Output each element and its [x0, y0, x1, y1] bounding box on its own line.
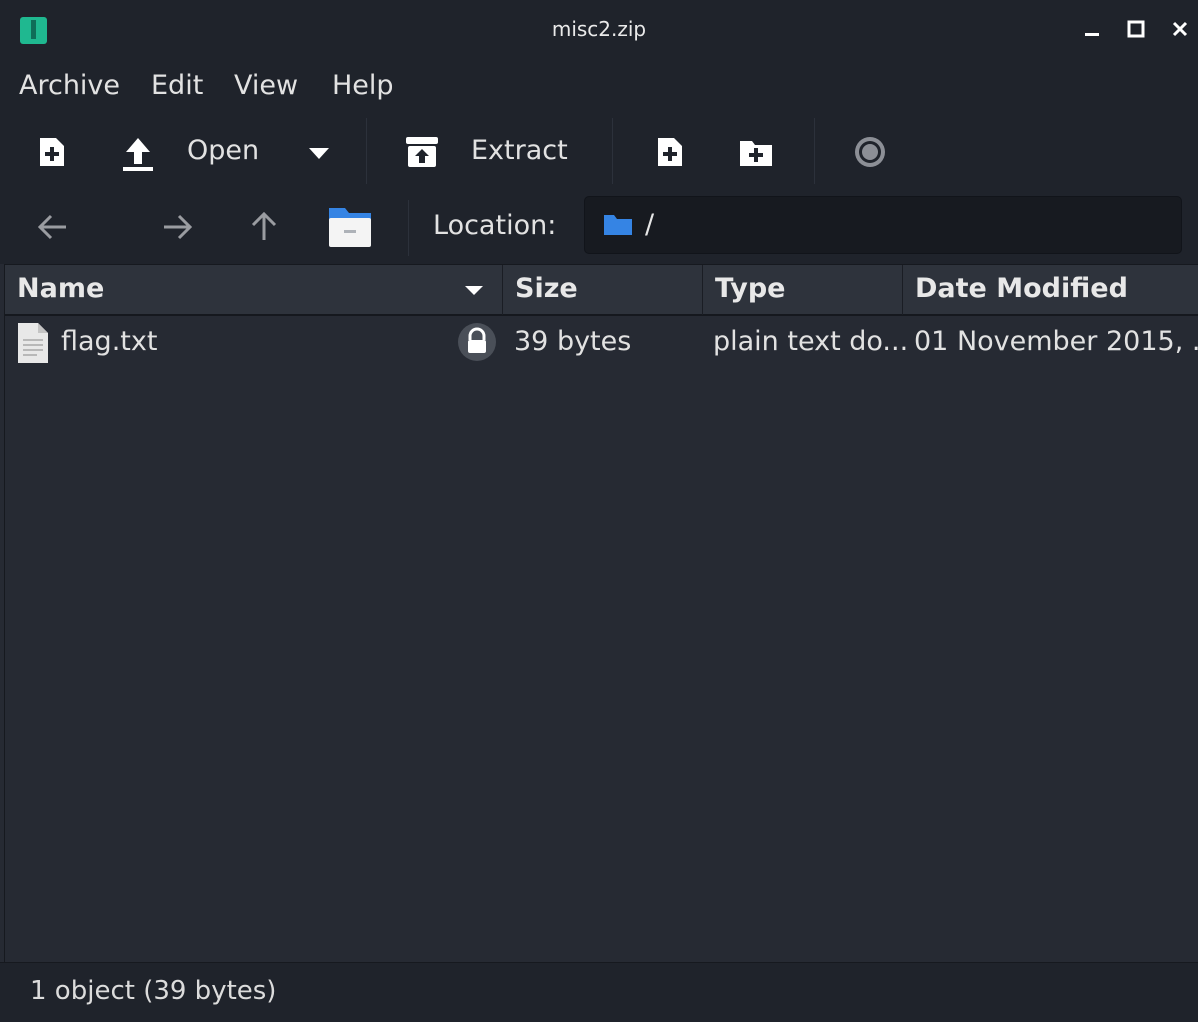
file-name: flag.txt [61, 326, 158, 357]
dropdown-arrow-icon[interactable] [304, 142, 334, 166]
extract-label: Extract [471, 135, 568, 166]
menu-help[interactable]: Help [332, 70, 394, 101]
menu-edit[interactable]: Edit [151, 70, 203, 101]
new-archive-icon [40, 138, 64, 166]
toolbar-separator [366, 118, 367, 184]
toolbar-separator [612, 118, 613, 184]
location-label: Location: [433, 210, 557, 241]
add-folder-button[interactable] [734, 130, 778, 174]
status-text: 1 object (39 bytes) [30, 976, 277, 1006]
file-date-modified: 01 November 2015, ... [914, 326, 1198, 357]
forward-arrow-icon [164, 214, 192, 240]
menu-archive[interactable]: Archive [19, 70, 120, 101]
toolbar-separator [814, 118, 815, 184]
table-header: Name Size Type Date Modified [5, 264, 1198, 316]
column-date-modified-label: Date Modified [915, 273, 1128, 304]
open-upload-icon [116, 132, 160, 176]
back-button[interactable] [32, 206, 74, 248]
file-size: 39 bytes [514, 326, 632, 357]
home-folder-button[interactable] [326, 202, 374, 250]
text-file-icon [17, 322, 49, 368]
add-files-button[interactable] [648, 130, 692, 174]
up-button[interactable] [243, 206, 285, 248]
status-bar: 1 object (39 bytes) [0, 962, 1198, 1022]
new-archive-button[interactable] [30, 130, 74, 174]
column-date-modified[interactable]: Date Modified [903, 265, 1198, 315]
nav-separator [408, 200, 409, 256]
toolbar: Open Extract [0, 110, 1198, 192]
navigation-bar: Location: / [0, 192, 1198, 264]
sort-descending-icon [465, 286, 483, 295]
menu-view[interactable]: View [234, 70, 298, 101]
column-type[interactable]: Type [703, 265, 903, 315]
add-files-icon [658, 138, 682, 166]
location-path: / [645, 209, 655, 240]
column-type-label: Type [715, 273, 786, 304]
up-arrow-icon [251, 212, 277, 240]
stop-icon [855, 137, 885, 167]
maximize-icon[interactable] [1123, 16, 1149, 42]
column-name[interactable]: Name [5, 265, 503, 315]
stop-button[interactable] [848, 130, 892, 174]
extract-icon [402, 132, 442, 172]
home-folder-icon [329, 208, 371, 247]
column-name-label: Name [17, 273, 105, 304]
folder-icon [603, 213, 633, 241]
location-field[interactable]: / [584, 196, 1182, 254]
window-title: misc2.zip [551, 17, 647, 41]
column-size-label: Size [515, 273, 578, 304]
lock-icon [457, 322, 497, 366]
file-list: Name Size Type Date Modified flag.txt 39… [4, 264, 1198, 962]
extract-button[interactable]: Extract [396, 124, 586, 180]
open-button[interactable]: Open [112, 124, 352, 180]
forward-button[interactable] [156, 206, 198, 248]
open-label: Open [187, 135, 260, 166]
title-bar: misc2.zip [0, 0, 1198, 62]
table-row[interactable]: flag.txt 39 bytes plain text do... 01 No… [5, 316, 1198, 368]
back-arrow-icon [38, 214, 66, 240]
close-icon[interactable] [1167, 16, 1193, 42]
file-type: plain text do... [713, 326, 909, 357]
minimize-icon[interactable] [1079, 16, 1105, 42]
add-folder-icon [740, 141, 772, 166]
column-size[interactable]: Size [503, 265, 703, 315]
menu-bar: Archive Edit View Help [0, 62, 1198, 110]
